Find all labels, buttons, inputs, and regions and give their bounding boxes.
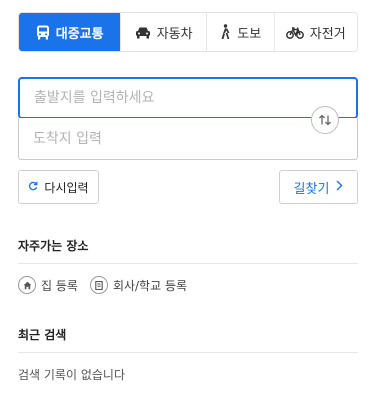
- walk-icon: [219, 24, 231, 40]
- favorite-work-school-label: 회사/학교 등록: [112, 278, 188, 293]
- favorite-home-label: 집 등록: [41, 278, 78, 293]
- transport-mode-tabs: 대중교통 자동차 도보 자전거: [18, 12, 358, 52]
- destination-field-wrapper: [18, 118, 358, 160]
- chevron-right-icon: [335, 180, 343, 195]
- favorites-title: 자주가는 장소: [18, 239, 89, 253]
- favorites-divider: [18, 263, 358, 264]
- tab-car[interactable]: 자동차: [120, 13, 206, 51]
- favorite-home[interactable]: 집 등록: [18, 276, 78, 294]
- refresh-icon: [28, 180, 38, 194]
- find-route-button[interactable]: 길찾기: [279, 170, 358, 204]
- tab-walk[interactable]: 도보: [205, 13, 274, 51]
- tab-bicycle[interactable]: 자전거: [273, 13, 357, 51]
- tab-label: 자동차: [156, 26, 193, 42]
- swap-arrows-icon: [318, 111, 332, 130]
- recent-empty-text: 검색 기록이 없습니다: [18, 368, 125, 382]
- find-label: 길찾기: [293, 181, 330, 197]
- building-icon: [89, 276, 108, 294]
- car-icon: [135, 26, 151, 39]
- reset-label: 다시입력: [44, 180, 89, 195]
- tab-label: 대중교통: [55, 26, 104, 42]
- origin-field-wrapper: [18, 77, 358, 119]
- favorites-list: 집 등록 회사/학교 등록: [18, 276, 199, 294]
- tab-public-transit[interactable]: 대중교통: [19, 13, 121, 51]
- tab-label: 자전거: [309, 26, 346, 42]
- recent-divider: [18, 352, 358, 353]
- swap-route-button[interactable]: [311, 106, 339, 134]
- home-icon: [18, 276, 36, 294]
- reset-button[interactable]: 다시입력: [18, 170, 99, 204]
- recent-title: 최근 검색: [18, 328, 67, 342]
- destination-input[interactable]: [19, 118, 357, 159]
- bicycle-icon: [285, 26, 304, 39]
- origin-input[interactable]: [20, 79, 356, 117]
- favorite-work-school[interactable]: 회사/학교 등록: [89, 276, 188, 294]
- tab-label: 도보: [237, 26, 262, 42]
- bus-icon: [36, 25, 50, 40]
